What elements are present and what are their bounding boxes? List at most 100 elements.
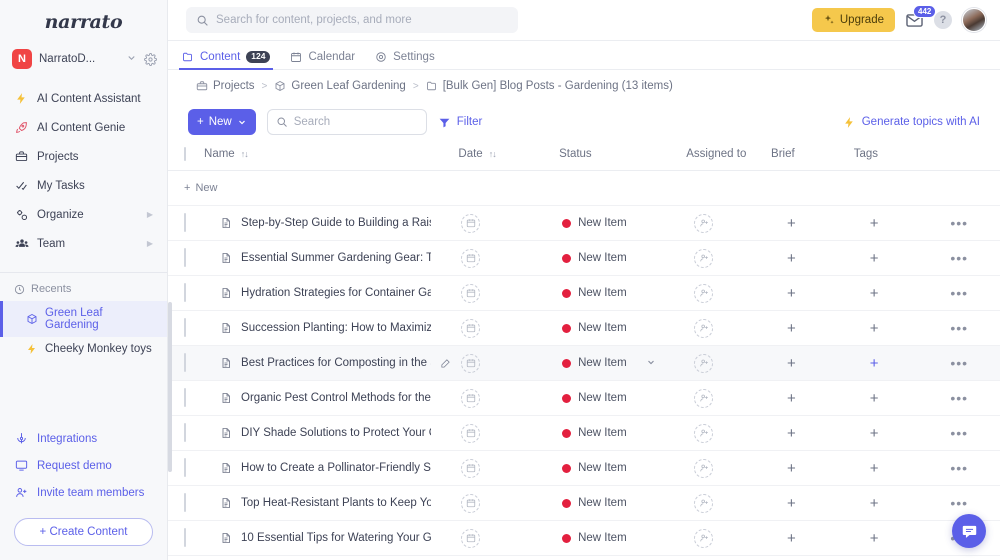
row-checkbox[interactable] <box>184 493 186 512</box>
row-date-cell[interactable] <box>458 240 560 276</box>
assign-user-icon[interactable] <box>694 528 714 548</box>
workspace-selector[interactable]: N NarratoD... <box>0 42 167 76</box>
generate-topics-with-ai-button[interactable]: Generate topics with AI <box>843 116 980 129</box>
add-brief-button[interactable]: + <box>771 426 854 441</box>
th-date[interactable]: Date ↑↓ <box>458 142 560 171</box>
row-status-cell[interactable]: New Item <box>559 415 687 451</box>
chevron-down-icon[interactable] <box>646 357 656 369</box>
sidebar-item-my-tasks[interactable]: My Tasks <box>0 171 167 200</box>
row-status-cell[interactable]: New Item <box>559 310 687 346</box>
row-name-cell[interactable]: Best Practices for Composting in the Sum… <box>204 345 459 381</box>
add-brief-button[interactable]: + <box>771 496 854 511</box>
row-assigned-cell[interactable] <box>686 240 772 276</box>
mail-icon[interactable]: 442 <box>905 4 937 30</box>
global-search-input[interactable] <box>216 14 508 26</box>
tab-content[interactable]: Content 124 <box>178 50 274 71</box>
row-name-cell[interactable]: Essential Summer Gardening Gear: Tools a <box>204 240 459 276</box>
create-content-button[interactable]: + Create Content <box>14 518 153 546</box>
add-brief-button[interactable]: + <box>771 531 854 546</box>
table-row[interactable]: 10 Essential Tips for Watering Your Gard… <box>168 520 1000 556</box>
row-more-menu[interactable]: ••• <box>936 426 1000 440</box>
row-tags-cell[interactable]: + <box>853 485 937 521</box>
row-tags-cell[interactable]: + <box>853 240 937 276</box>
row-assigned-cell[interactable] <box>686 520 772 556</box>
add-tag-button[interactable]: + <box>854 461 937 476</box>
th-status[interactable]: Status <box>559 142 687 171</box>
row-assigned-cell[interactable] <box>686 450 772 486</box>
row-name-cell[interactable]: Succession Planting: How to Maximize You <box>204 310 459 346</box>
row-checkbox[interactable] <box>184 353 186 372</box>
row-select-cell[interactable] <box>168 415 205 451</box>
add-tag-button[interactable]: + <box>854 321 937 336</box>
table-row[interactable]: DIY Shade Solutions to Protect Your Gard… <box>168 415 1000 451</box>
sidebar-item-integrations[interactable]: Integrations <box>0 425 167 452</box>
breadcrumb-item-current-folder[interactable]: [Bulk Gen] Blog Posts - Gardening (13 it… <box>426 80 673 92</box>
table-row[interactable]: Step-by-Step Guide to Building a Raised … <box>168 205 1000 241</box>
sidebar-item-organize[interactable]: Organize ▶ <box>0 200 167 229</box>
row-more-menu[interactable]: ••• <box>936 251 1000 265</box>
row-select-cell[interactable] <box>168 345 205 381</box>
table-row[interactable]: Succession Planting: How to Maximize You… <box>168 310 1000 346</box>
app-logo[interactable]: narrato <box>0 0 167 38</box>
th-tags[interactable]: Tags <box>853 142 937 171</box>
add-date-icon[interactable] <box>461 493 481 513</box>
th-brief[interactable]: Brief <box>771 142 854 171</box>
row-checkbox[interactable] <box>184 528 186 547</box>
add-tag-button[interactable]: + <box>854 496 937 511</box>
row-name-cell[interactable]: Hydration Strategies for Container Garde… <box>204 275 459 311</box>
breadcrumb-item-green-leaf-gardening[interactable]: Green Leaf Gardening <box>274 80 406 92</box>
row-name-cell[interactable]: Step-by-Step Guide to Building a Raised … <box>204 205 459 241</box>
row-date-cell[interactable] <box>458 380 560 416</box>
row-status-cell[interactable]: New Item <box>559 275 687 311</box>
row-brief-cell[interactable]: + <box>771 520 854 556</box>
row-tags-cell[interactable]: + <box>853 520 937 556</box>
row-actions-cell[interactable]: ••• <box>936 205 1000 241</box>
row-more-menu[interactable]: ••• <box>936 391 1000 405</box>
row-tags-cell[interactable]: + <box>853 205 937 241</box>
table-row[interactable]: Hydration Strategies for Container Garde… <box>168 275 1000 311</box>
breadcrumb-item-projects[interactable]: Projects <box>196 80 255 92</box>
row-status-cell[interactable]: New Item <box>559 205 687 241</box>
row-date-cell[interactable] <box>458 310 560 346</box>
add-new-row[interactable]: + New <box>168 170 1000 206</box>
assign-user-icon[interactable] <box>694 388 714 408</box>
row-status-cell[interactable]: New Item <box>559 485 687 521</box>
table-search-input[interactable] <box>293 116 418 128</box>
row-date-cell[interactable] <box>458 345 560 381</box>
row-tags-cell[interactable]: + <box>853 345 937 381</box>
gear-icon[interactable] <box>144 52 157 66</box>
row-tags-cell[interactable]: + <box>853 310 937 346</box>
row-status-cell[interactable]: New Item <box>559 240 687 276</box>
sidebar-item-ai-content-genie[interactable]: AI Content Genie <box>0 113 167 142</box>
chevron-down-icon[interactable] <box>126 52 137 66</box>
row-checkbox[interactable] <box>184 388 186 407</box>
vertical-scrollbar[interactable] <box>168 142 172 560</box>
row-select-cell[interactable] <box>168 275 205 311</box>
add-date-icon[interactable] <box>461 283 481 303</box>
row-tags-cell[interactable]: + <box>853 275 937 311</box>
add-tag-button[interactable]: + <box>854 216 937 231</box>
row-date-cell[interactable] <box>458 205 560 241</box>
row-date-cell[interactable] <box>458 520 560 556</box>
row-name-cell[interactable]: Top Heat-Resistant Plants to Keep Your S… <box>204 485 459 521</box>
add-date-icon[interactable] <box>461 388 481 408</box>
chat-bubble-icon[interactable] <box>952 514 986 548</box>
row-more-menu[interactable]: ••• <box>936 356 1000 370</box>
tab-calendar[interactable]: Calendar <box>290 51 355 69</box>
add-date-icon[interactable] <box>461 353 481 373</box>
assign-user-icon[interactable] <box>694 458 714 478</box>
sort-icon[interactable]: ↑↓ <box>241 149 249 159</box>
row-date-cell[interactable] <box>458 275 560 311</box>
add-tag-button[interactable]: + <box>854 531 937 546</box>
row-brief-cell[interactable]: + <box>771 310 854 346</box>
row-brief-cell[interactable]: + <box>771 275 854 311</box>
add-date-icon[interactable] <box>461 528 481 548</box>
select-all-checkbox[interactable] <box>184 147 186 161</box>
row-assigned-cell[interactable] <box>686 310 772 346</box>
sidebar-item-team[interactable]: Team ▶ <box>0 229 167 258</box>
add-brief-button[interactable]: + <box>771 251 854 266</box>
add-brief-button[interactable]: + <box>771 286 854 301</box>
row-brief-cell[interactable]: + <box>771 240 854 276</box>
add-brief-button[interactable]: + <box>771 321 854 336</box>
help-icon[interactable]: ? <box>934 11 952 29</box>
